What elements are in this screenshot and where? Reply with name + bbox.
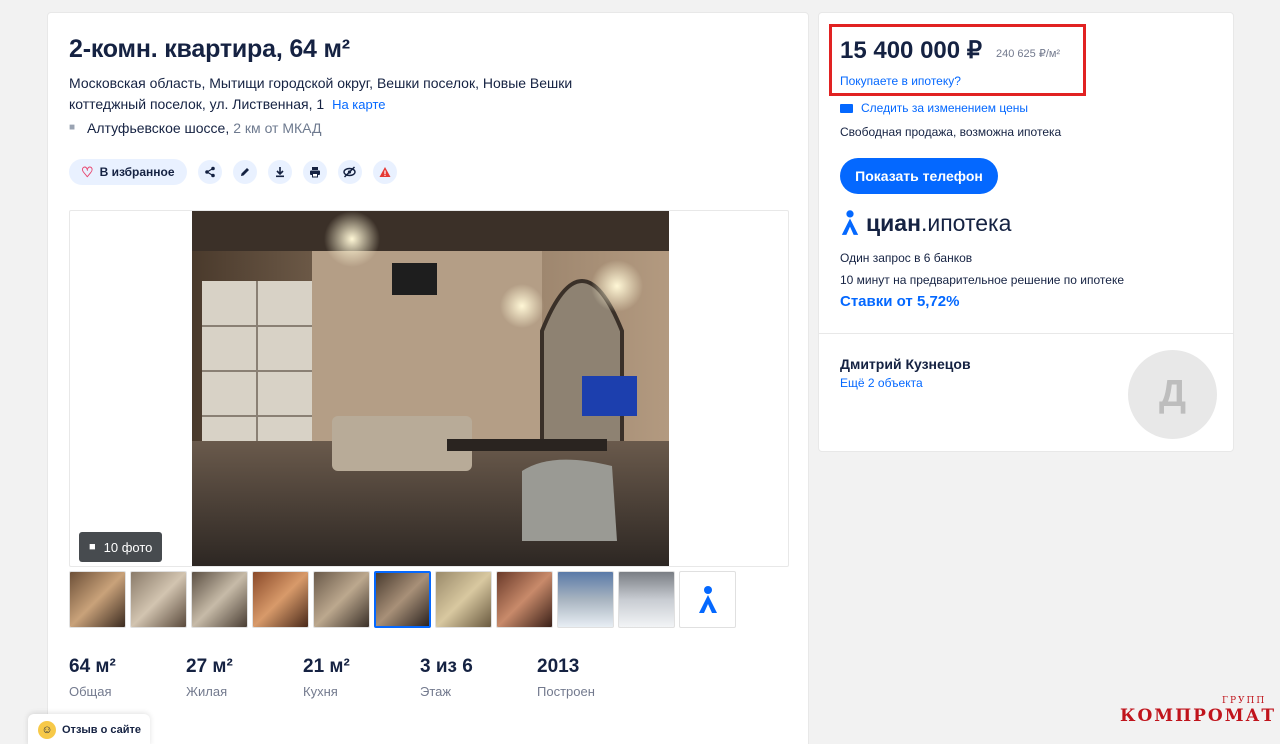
sale-type: Свободная продажа, возможна ипотека	[840, 125, 1062, 139]
avatar[interactable]: Д	[1128, 350, 1217, 439]
highway-info: ■ Алтуфьевское шоссе, 2 км от МКАД	[69, 120, 321, 136]
thumbnail[interactable]	[69, 571, 126, 628]
follow-price-label: Следить за изменением цены	[861, 101, 1029, 115]
report-icon[interactable]	[372, 160, 397, 184]
mortgage-question-link[interactable]: Покупаете в ипотеку?	[840, 74, 961, 88]
listing-card: 2-комн. квартира, 64 м² Московская облас…	[47, 12, 809, 744]
cian-brand: циан	[866, 209, 921, 236]
feedback-button[interactable]: ☺ Отзыв о сайте	[28, 714, 150, 744]
cian-logo-icon	[841, 210, 859, 235]
agent-more-link[interactable]: Ещё 2 объекта	[840, 376, 923, 390]
thumbnail[interactable]	[252, 571, 309, 628]
follow-price-link[interactable]: Следить за изменением цены	[840, 101, 1028, 115]
cian-mortgage-logo[interactable]: циан.ипотека	[840, 209, 1011, 237]
fact-total-area: 64 м² Общая	[69, 656, 186, 699]
price-per-m2: 240 625 ₽/м²	[996, 48, 1061, 60]
fact-value: 3 из 6	[420, 656, 473, 677]
fact-label: Кухня	[303, 684, 338, 699]
cian-brand-text: циан.ипотека	[866, 210, 1011, 237]
hide-icon[interactable]	[337, 160, 362, 184]
address-text: Московская область, Мытищи городской окр…	[69, 75, 573, 112]
fact-label: Жилая	[186, 684, 228, 699]
main-photo[interactable]	[192, 211, 669, 566]
fact-label: Общая	[69, 684, 112, 699]
feedback-label: Отзыв о сайте	[62, 724, 142, 736]
car-icon: ■	[69, 122, 76, 133]
photo-count-badge[interactable]: ■ 10 фото	[79, 532, 163, 562]
cian-thumbnail[interactable]	[679, 571, 736, 628]
favorite-label: В избранное	[99, 165, 175, 179]
print-icon[interactable]	[302, 160, 327, 184]
highway-distance: 2 км от МКАД	[233, 120, 322, 136]
divider	[819, 333, 1233, 334]
highway-name: Алтуфьевское шоссе,	[87, 120, 230, 136]
cian-brand-suffix: .ипотека	[920, 209, 1012, 236]
fact-value: 2013	[537, 656, 580, 677]
photo-count-label: 10 фото	[103, 539, 153, 555]
share-icon[interactable]	[197, 160, 222, 184]
facts-row: 64 м² Общая 27 м² Жилая 21 м² Кухня 3 из…	[69, 656, 654, 699]
thumbnail-active[interactable]	[374, 571, 431, 628]
fact-value: 21 м²	[303, 656, 350, 677]
cian-logo-icon	[698, 585, 717, 613]
fact-label: Построен	[537, 684, 595, 699]
bank-info-line: Один запрос в 6 банков	[840, 251, 973, 265]
thumbnail[interactable]	[130, 571, 187, 628]
decision-info-line: 10 минут на предварительное решение по и…	[840, 273, 1124, 287]
edit-icon[interactable]	[232, 160, 257, 184]
price-sidebar: 15 400 000 ₽ 240 625 ₽/м² Покупаете в ип…	[818, 12, 1234, 452]
fact-kitchen-area: 21 м² Кухня	[303, 656, 420, 699]
listing-title: 2-комн. квартира, 64 м²	[69, 35, 350, 63]
mail-icon	[840, 103, 853, 113]
price: 15 400 000 ₽	[840, 37, 983, 64]
camera-icon: ■	[89, 541, 96, 553]
action-bar: ♡ В избранное	[69, 159, 397, 185]
watermark-small: ГРУПП	[1222, 696, 1267, 706]
fact-built-year: 2013 Построен	[537, 656, 654, 699]
show-phone-button[interactable]: Показать телефон	[840, 158, 998, 194]
rates-link[interactable]: Ставки от 5,72%	[840, 293, 959, 310]
thumbnail[interactable]	[618, 571, 675, 628]
fact-floor: 3 из 6 Этаж	[420, 656, 537, 699]
agent-name[interactable]: Дмитрий Кузнецов	[840, 356, 971, 372]
listing-address: Московская область, Мытищи городской окр…	[69, 73, 609, 115]
thumbnail[interactable]	[435, 571, 492, 628]
download-icon[interactable]	[267, 160, 292, 184]
heart-icon: ♡	[81, 163, 94, 180]
photo-gallery[interactable]: ■ 10 фото	[69, 210, 789, 567]
fact-living-area: 27 м² Жилая	[186, 656, 303, 699]
thumbnail[interactable]	[191, 571, 248, 628]
favorite-button[interactable]: ♡ В избранное	[69, 159, 187, 185]
thumbnail[interactable]	[557, 571, 614, 628]
fact-value: 64 м²	[69, 656, 116, 677]
fact-label: Этаж	[420, 684, 452, 699]
smile-icon: ☺	[38, 721, 56, 739]
watermark: КОМПРОМАТ	[1120, 706, 1277, 726]
thumbnail[interactable]	[496, 571, 553, 628]
fact-value: 27 м²	[186, 656, 233, 677]
map-link[interactable]: На карте	[332, 97, 385, 112]
thumbnail[interactable]	[313, 571, 370, 628]
thumbnail-strip	[69, 571, 736, 628]
